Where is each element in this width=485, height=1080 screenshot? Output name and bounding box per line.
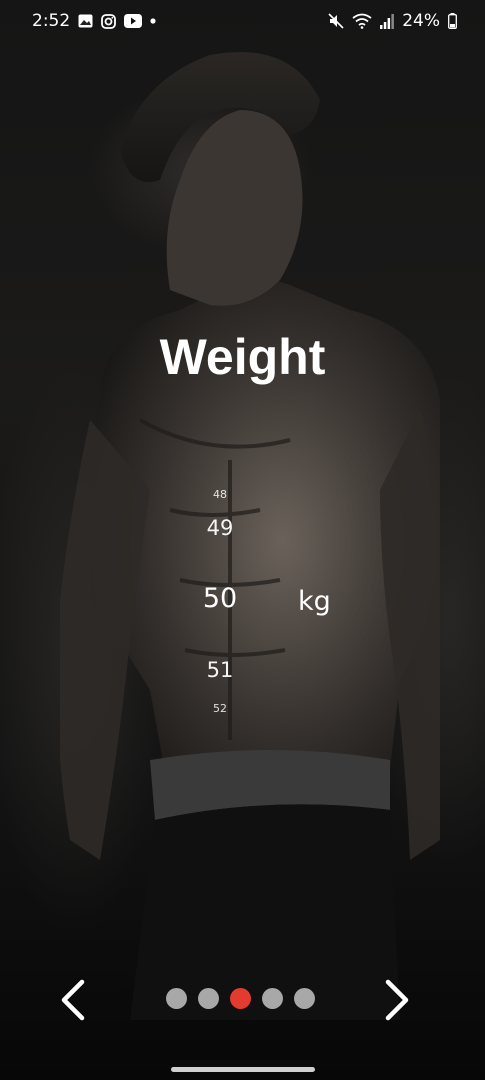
youtube-icon [124, 14, 143, 28]
picker-value[interactable]: 52 [170, 702, 270, 715]
status-time: 2:52 [32, 11, 71, 31]
page-dot[interactable] [198, 988, 219, 1009]
page-title: Weight [159, 329, 326, 385]
instagram-icon [101, 13, 117, 29]
page-dot-active[interactable] [230, 988, 251, 1009]
picker-value[interactable]: 48 [170, 488, 270, 501]
next-button[interactable] [374, 978, 418, 1022]
page-dot[interactable] [294, 988, 315, 1009]
gallery-icon [78, 14, 93, 28]
weight-screen: 2:52 24% Weight 48 49 50 51 52 kg [0, 0, 485, 1080]
chevron-left-icon [61, 979, 85, 1021]
signal-icon [380, 13, 395, 29]
mute-icon [328, 13, 344, 29]
prev-button[interactable] [52, 978, 96, 1022]
battery-level: 24% [402, 11, 440, 31]
weight-picker[interactable]: 48 49 50 51 52 [170, 480, 270, 720]
weight-unit-label: kg [298, 586, 331, 617]
picker-value[interactable]: 49 [170, 516, 270, 540]
status-right: 24% [328, 11, 457, 31]
status-bar: 2:52 24% [0, 0, 485, 42]
home-indicator[interactable] [171, 1067, 315, 1072]
chevron-right-icon [385, 979, 409, 1021]
page-indicator [166, 988, 315, 1009]
page-dot[interactable] [262, 988, 283, 1009]
picker-selected-value[interactable]: 50 [170, 583, 270, 614]
wifi-icon [352, 13, 372, 29]
dot-icon [150, 18, 156, 24]
page-dot[interactable] [166, 988, 187, 1009]
status-left: 2:52 [32, 11, 156, 31]
picker-value[interactable]: 51 [170, 658, 270, 682]
battery-icon [448, 13, 457, 29]
